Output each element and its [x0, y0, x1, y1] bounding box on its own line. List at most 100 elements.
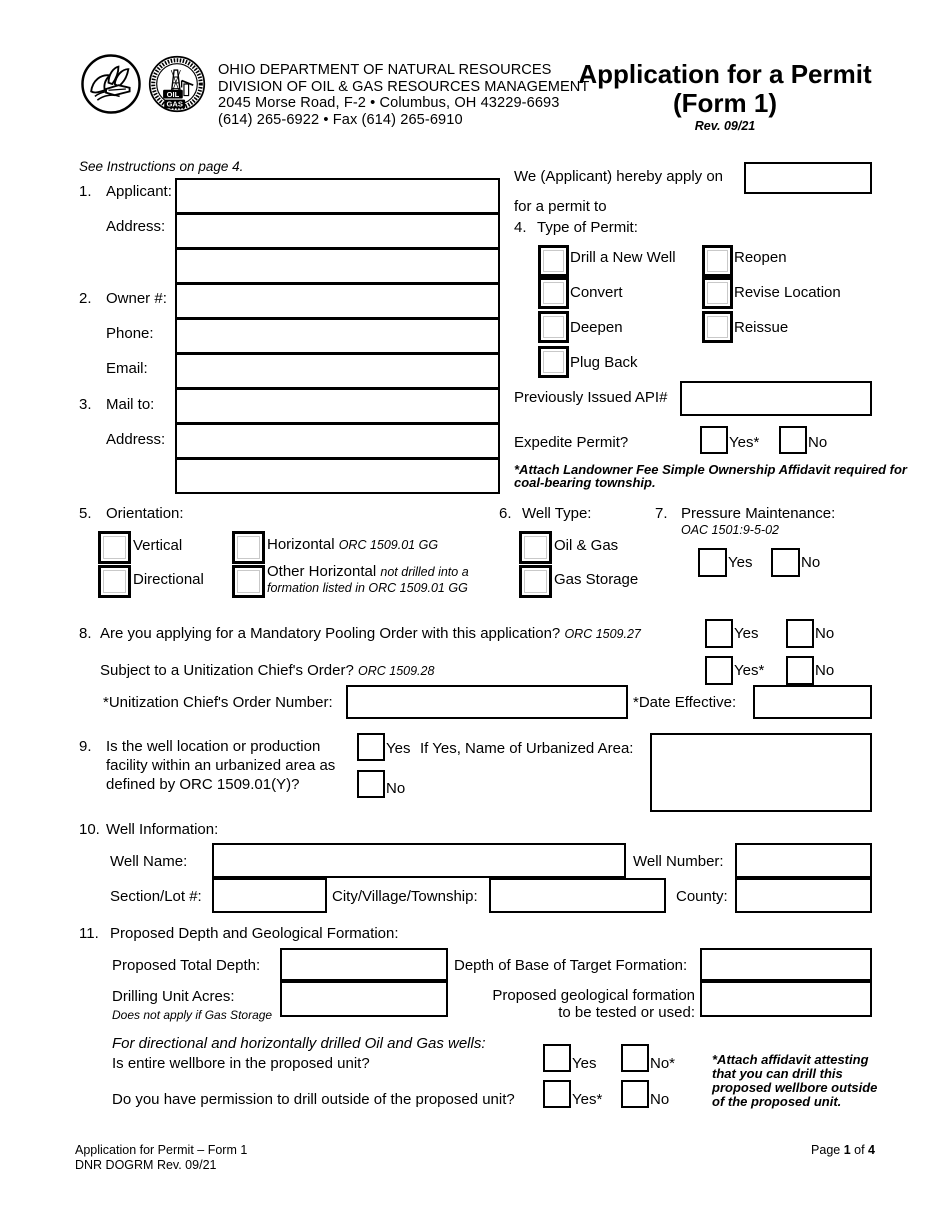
apply-line2: for a permit to	[514, 198, 607, 215]
oil-and-gas-seal-logo: OIL GAS	[148, 55, 206, 113]
orientation-number: 5.	[79, 505, 92, 522]
checkbox-oil-and-gas[interactable]	[519, 531, 552, 564]
applicant-address-line1-input[interactable]	[175, 213, 500, 249]
mailto-address-line2-input[interactable]	[175, 458, 500, 494]
geo-formation-label-line2: to be tested or used:	[558, 1004, 695, 1021]
footer-form-revision: DNR DOGRM Rev. 09/21	[75, 1158, 217, 1172]
label-horizontal: Horizontal	[267, 536, 335, 553]
drilling-unit-acres-input[interactable]	[280, 981, 448, 1017]
checkbox-pooling-no[interactable]	[786, 619, 814, 648]
applicant-number: 1.	[79, 183, 92, 200]
label-permission-outside-yes: Yes*	[572, 1091, 603, 1108]
applicant-address-line2-input[interactable]	[175, 248, 500, 284]
geo-formation-input[interactable]	[700, 981, 872, 1017]
footer-page-total: 4	[868, 1143, 875, 1157]
checkbox-expedite-no[interactable]	[779, 426, 807, 454]
unitization-order-number-input[interactable]	[346, 685, 628, 719]
label-other-horizontal-note1: not drilled into a	[380, 565, 469, 579]
checkbox-expedite-yes[interactable]	[700, 426, 728, 454]
unitization-question: Subject to a Unitization Chief's Order?	[100, 662, 354, 679]
revision-label: Rev. 09/21	[694, 119, 756, 133]
checkbox-urbanized-no[interactable]	[357, 770, 385, 798]
checkbox-revise-location[interactable]	[702, 277, 733, 309]
checkbox-deepen[interactable]	[538, 311, 569, 343]
directional-question-1: Is entire wellbore in the proposed unit?	[112, 1055, 370, 1072]
page-title: Application for a Permit (Form 1)	[560, 60, 890, 118]
county-input[interactable]	[735, 878, 872, 913]
svg-text:GAS: GAS	[167, 100, 183, 109]
directional-note-line3: proposed wellbore outside	[712, 1080, 878, 1095]
phone-input[interactable]	[175, 318, 500, 354]
applicant-input[interactable]	[175, 178, 500, 214]
checkbox-unitization-yes[interactable]	[705, 656, 733, 685]
label-expedite-yes: Yes*	[729, 434, 760, 451]
checkbox-vertical[interactable]	[98, 531, 131, 564]
well-info-number: 10.	[79, 821, 100, 838]
checkbox-reopen[interactable]	[702, 245, 733, 277]
checkbox-permission-outside-no[interactable]	[621, 1080, 649, 1108]
checkbox-urbanized-yes[interactable]	[357, 733, 385, 761]
checkbox-reissue[interactable]	[702, 311, 733, 343]
urbanized-area-name-input[interactable]	[650, 733, 872, 812]
date-effective-input[interactable]	[753, 685, 872, 719]
checkbox-wellbore-in-unit-no[interactable]	[621, 1044, 649, 1072]
checkbox-directional[interactable]	[98, 565, 131, 598]
apply-date-input[interactable]	[744, 162, 872, 194]
agency-division-line: DIVISION OF OIL & GAS RESOURCES MANAGEME…	[218, 78, 590, 95]
checkbox-pressure-no[interactable]	[771, 548, 800, 577]
base-target-formation-input[interactable]	[700, 948, 872, 981]
label-wellbore-in-unit-yes: Yes	[572, 1055, 597, 1072]
label-deepen: Deepen	[570, 319, 623, 336]
checkbox-drill-new-well[interactable]	[538, 245, 569, 277]
applicant-address-label: Address:	[106, 218, 166, 235]
mailto-label: Mail to:	[106, 396, 155, 413]
checkbox-other-horizontal[interactable]	[232, 565, 265, 598]
label-urbanized-no: No	[386, 780, 406, 797]
county-label: County:	[676, 888, 728, 905]
label-unitization-yes: Yes*	[734, 662, 765, 679]
city-village-township-input[interactable]	[489, 878, 666, 913]
well-name-input[interactable]	[212, 843, 626, 878]
proposed-total-depth-label: Proposed Total Depth:	[112, 957, 261, 974]
checkbox-convert[interactable]	[538, 277, 569, 309]
checkbox-plug-back[interactable]	[538, 346, 569, 378]
owner-number-input[interactable]	[175, 283, 500, 319]
email-input[interactable]	[175, 353, 500, 389]
previously-issued-api-input[interactable]	[680, 381, 872, 416]
urbanized-if-yes-label: If Yes, Name of Urbanized Area:	[420, 740, 634, 757]
footer-page-suffix: of	[850, 1143, 869, 1157]
label-horizontal-cite: ORC 1509.01 GG	[338, 538, 439, 552]
mailto-input[interactable]	[175, 388, 500, 424]
label-oil-and-gas: Oil & Gas	[554, 537, 619, 554]
footer-page-indicator: Page 1 of 4	[700, 1143, 875, 1157]
odnr-leaf-hand-logo	[80, 53, 142, 115]
label-revise-location: Revise Location	[734, 284, 841, 301]
directional-question-2: Do you have permission to drill outside …	[112, 1091, 515, 1108]
mailto-address-line1-input[interactable]	[175, 423, 500, 459]
checkbox-gas-storage[interactable]	[519, 565, 552, 598]
owner-label: Owner #:	[106, 290, 167, 307]
checkbox-wellbore-in-unit-yes[interactable]	[543, 1044, 571, 1072]
label-convert: Convert	[570, 284, 623, 301]
section-lot-label: Section/Lot #:	[110, 888, 202, 905]
label-reissue: Reissue	[734, 319, 789, 336]
unitization-order-number-label: *Unitization Chief's Order Number:	[103, 694, 333, 711]
checkbox-unitization-no[interactable]	[786, 656, 814, 685]
depth-heading: Proposed Depth and Geological Formation:	[110, 925, 399, 942]
mailto-number: 3.	[79, 396, 92, 413]
checkbox-permission-outside-yes[interactable]	[543, 1080, 571, 1108]
permit-type-heading: Type of Permit:	[537, 219, 638, 236]
label-other-horizontal-note2: formation listed in ORC 1509.01 GG	[267, 581, 468, 595]
city-village-township-label: City/Village/Township:	[332, 888, 478, 905]
drilling-unit-acres-label: Drilling Unit Acres:	[112, 988, 235, 1005]
section-lot-input[interactable]	[212, 878, 327, 913]
checkbox-pooling-yes[interactable]	[705, 619, 733, 648]
checkbox-pressure-yes[interactable]	[698, 548, 727, 577]
checkbox-horizontal[interactable]	[232, 531, 265, 564]
orientation-heading: Orientation:	[106, 505, 184, 522]
mailto-address-label: Address:	[106, 431, 166, 448]
page-title-line2: (Form 1)	[673, 88, 777, 118]
label-pooling-yes: Yes	[734, 625, 759, 642]
proposed-total-depth-input[interactable]	[280, 948, 448, 981]
well-number-input[interactable]	[735, 843, 872, 878]
